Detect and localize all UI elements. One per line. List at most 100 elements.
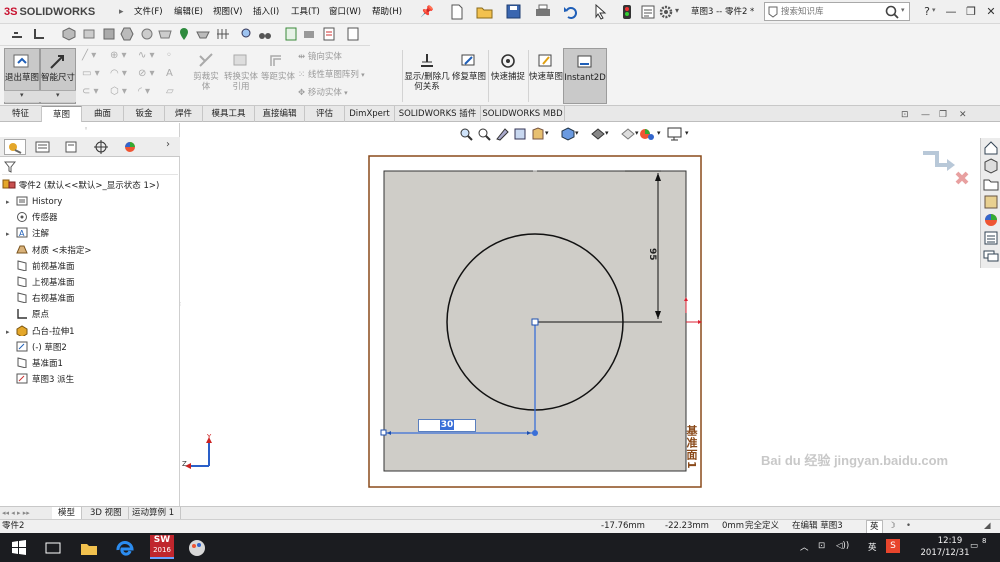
tree-item[interactable]: 材质 <未指定> [0,243,91,259]
spline-tool-icon[interactable]: ∿ ▾ [138,50,155,61]
tab-surfaces[interactable]: 曲面 [82,106,124,122]
rectangle-tool-icon[interactable]: ▭ ▾ [82,68,100,79]
viewport-minimize-icon[interactable]: — [921,110,930,120]
convert-entities-button[interactable]: 转换实体引用 [224,48,258,104]
edge-browser-icon[interactable] [114,537,136,559]
home-icon[interactable] [983,140,999,156]
sketch-corner-icon[interactable] [32,27,46,41]
show-relations-button[interactable]: 显示/删除几何关系 [404,48,450,104]
tab-addins[interactable]: SOLIDWORKS 插件 [395,106,481,122]
save-icon[interactable] [506,4,522,20]
circle-tool-icon[interactable]: ⊕ ▾ [110,50,127,61]
search-icon[interactable] [885,5,899,19]
paint-app-icon[interactable] [186,537,208,559]
plane-label[interactable]: 基准面1 [679,425,699,485]
tab-sketch[interactable]: 草图 [42,106,82,122]
minimize-button[interactable]: — [942,3,960,21]
appearances-icon[interactable] [983,212,999,228]
windows-start-icon[interactable] [8,537,30,559]
tree-item[interactable]: 上视基准面 [0,275,75,291]
filter-icon[interactable] [4,161,16,173]
arc-tool-icon[interactable]: ◠ ▾ [110,68,127,79]
tab-features[interactable]: 特征 [0,106,42,122]
expand-arrow-icon[interactable]: ▸ [6,194,14,210]
action-center-icon[interactable]: ▭ [970,541,978,551]
display-manager-tab[interactable] [119,139,141,155]
exit-sketch-dropdown-icon[interactable]: ▾ [20,91,24,99]
sheet-icon[interactable] [346,27,360,41]
volume-icon[interactable]: ◁)) [836,541,849,551]
menu-edit[interactable]: 编辑(E) [174,4,203,20]
pin-icon[interactable]: 📌 [420,5,434,19]
expand-arrow-icon[interactable]: ▸ [6,324,14,340]
instant2d-button[interactable]: Instant2D [563,48,607,104]
linear-pattern-button[interactable]: ⁙ 线性草图阵列 ▾ [298,68,398,82]
menu-pin-arrow-icon[interactable]: ▸ [119,3,125,21]
panel-collapse-icon[interactable]: ◦ [84,125,94,133]
open-folder-icon[interactable] [476,4,494,20]
polygon-tool-icon[interactable]: ⬡ ▾ [110,86,127,97]
tab-weldments[interactable]: 焊件 [165,106,203,122]
sketch-dropdown-strip[interactable]: ▾ ▾ [4,90,76,102]
tree-item[interactable]: 草图3 派生 [0,372,74,388]
vertical-dimension-text[interactable]: 95 [643,248,657,261]
location-pin-icon[interactable] [177,27,191,41]
tree-item[interactable]: 传感器 [0,210,58,226]
viewport-tile-icon[interactable]: ⊡ [901,110,909,120]
trim-entities-button[interactable]: 剪裁实体 [190,48,222,104]
tray-overflow-icon[interactable]: ︿ [800,541,809,553]
sketch-corner-point[interactable] [380,429,387,436]
select-arrow-icon[interactable] [594,4,608,20]
configuration-manager-tab[interactable] [61,139,83,155]
tree-filter[interactable] [2,159,178,175]
mirror-entities-button[interactable]: ⇹ 镜向实体 [298,50,398,64]
view-zoom-icon[interactable] [240,27,254,41]
tree-item[interactable]: 基准面1 [0,356,63,372]
ime-dot-icon[interactable]: • [906,520,911,533]
restore-button[interactable]: ❐ [962,3,980,21]
line-tool-icon[interactable]: ╱ ▾ [82,50,96,61]
fillet-tool-icon[interactable]: ◜ ▾ [138,86,150,97]
sketch-endpoint[interactable] [532,430,538,436]
center-point[interactable] [531,318,539,326]
search-input[interactable] [781,3,893,20]
ellipse-tool-icon[interactable]: ⊘ ▾ [138,68,155,79]
graphics-area[interactable]: ▾ ▾ ▾ ▾ ▾ ▾ ⊡ — ❐ ✕ 30 95 基准面1 Y Z Bai d… [181,110,980,506]
close-button[interactable]: ✕ [982,3,1000,21]
slot-tool-icon[interactable]: ⊂ ▾ [82,86,99,97]
shell-icon[interactable] [158,27,172,41]
sketch-line-tool-icon[interactable] [10,27,24,41]
options-gear-icon[interactable] [658,4,674,20]
quick-snaps-button[interactable]: 快速捕捉 [490,48,526,104]
offset-entities-button[interactable]: 等距实体 [260,48,296,104]
taskbar-ime[interactable]: 英 [868,541,877,553]
network-icon[interactable]: ⊡ [818,541,825,551]
new-document-icon[interactable] [450,4,464,20]
menu-help[interactable]: 帮助(H) [372,4,402,20]
menu-window[interactable]: 窗口(W) [329,4,361,20]
file-explorer-taskbar-icon[interactable] [78,537,100,559]
tree-item[interactable]: ▸ A 注解 [0,226,49,242]
export-doc-icon[interactable] [322,27,336,41]
bowl-icon[interactable] [196,27,210,41]
dimension-value[interactable]: 30 [439,420,455,430]
viewport-close-icon[interactable]: ✕ [959,110,967,120]
dimension-input-box[interactable]: 30 [418,419,476,432]
search-dropdown-icon[interactable]: ▾ [901,6,905,14]
view-palette-icon[interactable] [983,194,999,210]
tree-item[interactable]: (-) 草图2 [0,340,67,356]
viewport-restore-icon[interactable]: ❐ [939,110,947,120]
sketch-canvas[interactable] [181,123,980,506]
sketch-3d-icon[interactable] [82,27,96,41]
rebuild-traffic-light-icon[interactable] [622,4,632,20]
tab-mbd[interactable]: SOLIDWORKS MBD [481,106,565,122]
binoculars-icon[interactable] [258,27,272,41]
tab-mold-tools[interactable]: 模具工具 [203,106,255,122]
point-tool-icon[interactable]: ◦ [166,50,172,61]
move-entities-button[interactable]: ✥ 移动实体 ▾ [298,86,398,100]
print-preview-icon[interactable] [302,27,316,41]
repair-sketch-button[interactable]: 修复草图 [452,48,486,104]
gear-part-icon[interactable] [140,27,154,41]
menu-file[interactable]: 文件(F) [134,4,163,20]
custom-properties-icon[interactable] [983,230,999,246]
